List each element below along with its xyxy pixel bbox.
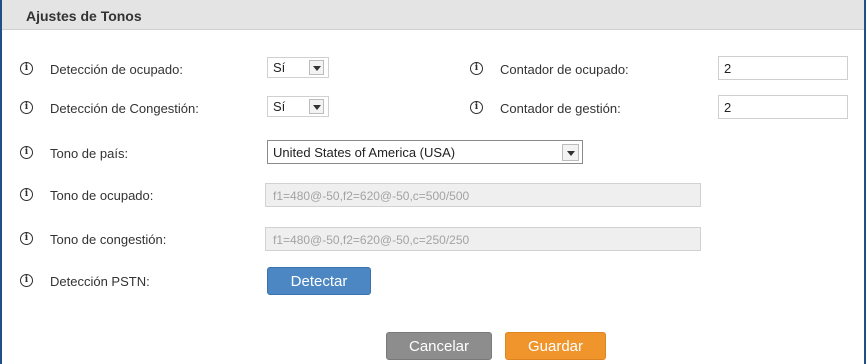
country-tone-label: Tono de país: <box>50 146 129 161</box>
busy-detection-select[interactable]: Sí <box>267 57 329 78</box>
busy-detection-label: Detección de ocupado: <box>50 62 183 77</box>
country-tone-select[interactable]: United States of America (USA) <box>267 140 583 164</box>
panel-title: Ajustes de Tonos <box>26 8 142 24</box>
pstn-detection-label: Detección PSTN: <box>50 274 150 289</box>
congestion-tone-field: f1=480@-50,f2=620@-50,c=250/250 <box>265 227 701 251</box>
info-icon[interactable]: i <box>20 146 33 159</box>
congestion-counter-input[interactable] <box>718 95 848 119</box>
panel-header: Ajustes de Tonos <box>2 0 864 30</box>
country-tone-value: United States of America (USA) <box>273 145 456 160</box>
info-icon[interactable]: i <box>20 274 33 287</box>
info-icon[interactable]: i <box>20 188 33 201</box>
info-icon[interactable]: i <box>20 62 33 75</box>
busy-detection-value: Sí <box>273 60 286 75</box>
info-icon[interactable]: i <box>470 101 483 114</box>
info-icon[interactable]: i <box>20 101 33 114</box>
busy-counter-input[interactable] <box>718 56 848 80</box>
congestion-detection-select[interactable]: Sí <box>267 96 329 117</box>
busy-tone-label: Tono de ocupado: <box>50 188 154 203</box>
cancel-button[interactable]: Cancelar <box>386 332 492 360</box>
save-button[interactable]: Guardar <box>505 332 606 360</box>
busy-counter-label: Contador de ocupado: <box>500 62 629 77</box>
chevron-down-icon <box>562 144 579 161</box>
info-icon[interactable]: i <box>20 232 33 245</box>
info-icon[interactable]: i <box>470 62 483 75</box>
chevron-down-icon <box>309 60 324 75</box>
congestion-tone-label: Tono de congestión: <box>50 232 167 247</box>
busy-tone-field: f1=480@-50,f2=620@-50,c=500/500 <box>265 183 701 207</box>
detect-button[interactable]: Detectar <box>267 267 371 295</box>
chevron-down-icon <box>309 99 324 114</box>
congestion-detection-value: Sí <box>273 99 286 114</box>
congestion-counter-label: Contador de gestión: <box>500 101 621 116</box>
congestion-detection-label: Detección de Congestión: <box>50 101 199 116</box>
tone-settings-panel: Ajustes de Tonos i Detección de ocupado:… <box>0 0 866 364</box>
